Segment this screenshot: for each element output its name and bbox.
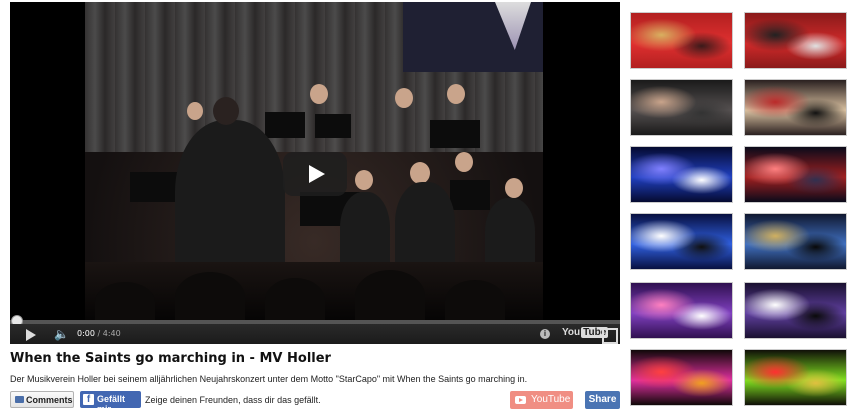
duration-time: 4:40 xyxy=(102,329,121,338)
time-display: 0:00 / 4:40 xyxy=(77,329,121,338)
thumb-3[interactable] xyxy=(630,79,733,136)
facebook-icon: f xyxy=(83,394,94,405)
thumb-11[interactable] xyxy=(630,349,733,406)
volume-icon[interactable]: 🔈 xyxy=(54,328,69,340)
share-button[interactable]: Share xyxy=(585,391,620,409)
comment-icon xyxy=(15,396,24,403)
play-icon[interactable] xyxy=(26,329,36,341)
play-overlay-button[interactable] xyxy=(283,152,347,196)
thumb-2[interactable] xyxy=(744,12,847,69)
facebook-like-button[interactable]: f Gefällt mir xyxy=(80,391,141,413)
thumb-5[interactable] xyxy=(630,146,733,203)
time-separator: / xyxy=(97,329,101,338)
video-title: When the Saints go marching in - MV Holl… xyxy=(10,351,331,366)
fullscreen-icon[interactable] xyxy=(602,328,618,344)
video-frame[interactable] xyxy=(10,2,620,322)
youtube-icon xyxy=(515,396,526,404)
playlist-thumbnails xyxy=(630,12,850,407)
control-bar: 🔈 0:00 / 4:40 i You Tube xyxy=(10,324,620,344)
current-time: 0:00 xyxy=(77,329,95,338)
thumb-12[interactable] xyxy=(744,349,847,406)
thumb-4[interactable] xyxy=(744,79,847,136)
thumb-9[interactable] xyxy=(630,282,733,339)
facebook-like-text: Zeige deinen Freunden, dass dir das gefä… xyxy=(145,395,321,405)
thumb-6[interactable] xyxy=(744,146,847,203)
youtube-button[interactable]: YouTube xyxy=(510,391,573,409)
thumb-8[interactable] xyxy=(744,213,847,270)
video-description: Der Musikverein Holler bei seinem alljäh… xyxy=(10,374,528,384)
thumb-1[interactable] xyxy=(630,12,733,69)
thumb-7[interactable] xyxy=(630,213,733,270)
thumb-10[interactable] xyxy=(744,282,847,339)
video-player[interactable]: 🔈 0:00 / 4:40 i You Tube xyxy=(10,2,620,344)
info-icon[interactable]: i xyxy=(540,329,550,339)
comments-button[interactable]: Comments xyxy=(10,391,74,408)
